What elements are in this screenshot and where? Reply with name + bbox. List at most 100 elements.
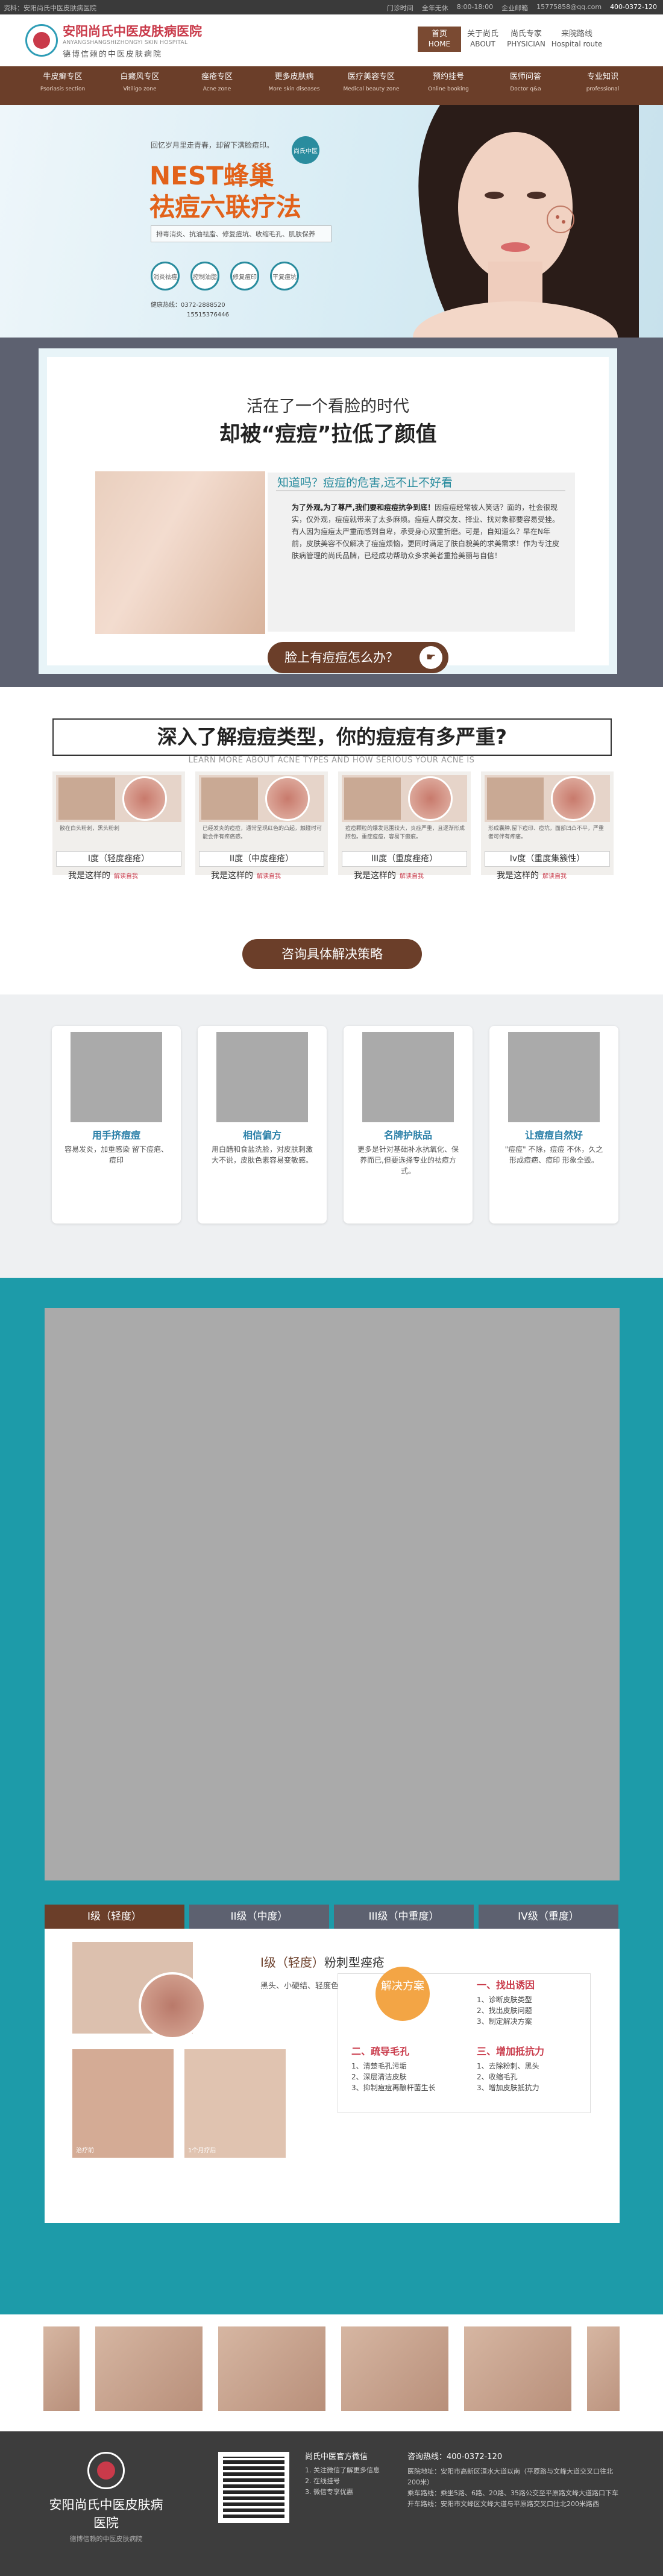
mainnav-acne[interactable]: 痤疮专区 Acne zone: [178, 71, 256, 95]
acne-consult-button[interactable]: 脸上有痘痘怎么办？ ☛: [268, 642, 448, 673]
mainnav-label-en: Doctor q&a: [510, 86, 541, 92]
panel-title: I级（轻度）粉刺型痤疮: [260, 1953, 385, 1970]
after-photo: 1个月疗后: [184, 2049, 286, 2158]
case-photo-strip[interactable]: [43, 2326, 620, 2411]
top-link-hours[interactable]: 门诊时间: [387, 3, 413, 13]
myth-card[interactable]: 让痘痘自然好 "痘痘" 不除，痘痘 不休，久之形成痘疤、痘印 形象全毁。: [489, 1026, 618, 1224]
mainnav-psoriasis[interactable]: 牛皮癣专区 Psoriasis section: [24, 71, 101, 95]
solution-step-3: 三、增加抵抗力 1、去除粉刺、黑头 2、收缩毛孔 3、增加皮肤抵抗力: [477, 2046, 544, 2093]
me-text: 我是这样的: [68, 871, 110, 881]
solution-step-2: 二、疏导毛孔 1、清楚毛孔污垢 2、深层清洁皮肤 3、抑制痘痘再酿杆菌生长: [351, 2046, 436, 2093]
self-check-link[interactable]: 解读自我: [114, 873, 138, 880]
acne-zoom-circle: [122, 776, 167, 821]
after-caption: 1个月疗后: [188, 2147, 216, 2154]
case-photo[interactable]: [95, 2326, 203, 2411]
case-photo[interactable]: [587, 2326, 620, 2411]
top-notice: 资料：安阳尚氏中医皮肤病医院: [4, 4, 96, 12]
acne-level-label: Iv度（重度集簇性）: [485, 851, 610, 867]
acne-level-label: II度（中度痤疮）: [199, 851, 324, 867]
section-myths: 用手挤痘痘 容易发炎，加重感染 留下痘疤、痘印 相信偏方 用白醋和食盐洗脸，对皮…: [0, 994, 663, 1278]
top-link-email[interactable]: 企业邮箱: [501, 3, 528, 13]
topnav-route[interactable]: 来院路线 Hospital route: [548, 27, 606, 52]
myth-card[interactable]: 相信偏方 用白醋和食盐洗脸，对皮肤刺激大不说，皮肤色素容易变敏感。: [198, 1026, 327, 1224]
topnav-label: 首页: [431, 30, 447, 39]
banner-tel: 健康热线：0372-2888520 15515376446: [151, 301, 229, 320]
myth-title: 相信偏方: [242, 1129, 281, 1141]
section-case-gallery: [0, 2314, 663, 2431]
mainnav-label: 预约挂号: [432, 72, 464, 81]
acne-level-label: III度（重度痤疮）: [342, 851, 467, 867]
mainnav-vitiligo[interactable]: 白癜风专区 Vitiligo zone: [101, 71, 178, 95]
topnav-physician[interactable]: 尚氏专家 PHYSICIAN: [504, 27, 548, 52]
topnav-label-en: Hospital route: [551, 40, 603, 48]
topnav-home[interactable]: 首页 HOME: [418, 27, 461, 52]
step-item: 2、收缩毛孔: [477, 2073, 518, 2081]
myth-desc: "痘痘" 不除，痘痘 不休，久之形成痘疤、痘印 形象全毁。: [504, 1145, 603, 1164]
tab-level-2[interactable]: II级（中度）: [189, 1905, 329, 1929]
tab-level-1[interactable]: I级（轻度）: [45, 1905, 184, 1929]
step-item: 3、抑制痘痘再酿杆菌生长: [351, 2084, 436, 2092]
tab-level-3[interactable]: III级（中重度）: [334, 1905, 474, 1929]
wechat-item: 1. 关注微信了解更多信息: [305, 2466, 380, 2474]
mainnav-more[interactable]: 更多皮肤病 More skin diseases: [256, 71, 333, 95]
hero-banner[interactable]: 回忆岁月里走青春，却留下满脸痘印。 尚氏中医 NEST蜂巢 祛痘六联疗法 排毒消…: [0, 105, 663, 338]
acne-types-title: 深入了解痘痘类型，你的痘痘有多严重?: [52, 718, 612, 756]
acne-type-card[interactable]: 形成囊肿,留下痘印、痘坑，面部凹凸不平，严重者可伴有疼痛。 Iv度（重度集簇性）…: [481, 771, 614, 881]
footer-logo[interactable]: 安阳尚氏中医皮肤病医院 德博信赖的中医皮肤病院: [46, 2452, 166, 2543]
mainnav-label: 牛皮癣专区: [43, 72, 83, 81]
step-head: 二、疏导毛孔: [351, 2046, 410, 2057]
acne-zoom-circle: [265, 776, 310, 821]
mainnav-knowledge[interactable]: 专业知识 professional: [564, 71, 641, 95]
mainnav-qa[interactable]: 医师问答 Doctor q&a: [487, 71, 564, 95]
intro-paragraph-lead: 为了外观,为了尊严,我们要和痘痘抗争到底！: [292, 503, 435, 512]
acne-type-image: [56, 775, 181, 822]
self-check-link[interactable]: 解读自我: [257, 873, 281, 880]
top-phone[interactable]: 400-0372-120: [610, 3, 657, 13]
case-photo[interactable]: [218, 2326, 325, 2411]
intro-paragraph: 为了外观,为了尊严,我们要和痘痘抗争到底！因痘痘经常被人笑话？面的，社会很现实，…: [292, 501, 563, 562]
myth-card[interactable]: 名牌护肤品 更多是针对基础补水抗氧化、保养而已,但要选择专业的祛痘方式。: [344, 1026, 473, 1224]
case-photo[interactable]: [341, 2326, 448, 2411]
tab-level-4[interactable]: IV级（重度）: [479, 1905, 618, 1929]
step-item: 1、诊断皮肤类型: [477, 1996, 532, 2004]
button-label: 脸上有痘痘怎么办？: [284, 650, 398, 665]
feature-circle: 修复痘印: [230, 262, 259, 291]
mainnav-label: 更多皮肤病: [274, 72, 314, 81]
footer-address: 医院地址：安阳市高新区洹水大道以南（平原路与文峰大道交叉口往北200米）: [407, 2468, 613, 2486]
consult-strategy-button[interactable]: 咨询具体解决策略: [242, 939, 422, 969]
step-item: 2、找出皮肤问题: [477, 2006, 532, 2015]
acne-type-card[interactable]: 痘痘颗粒的爆发范围较大，炎症严重，且逐渐形成脓包。重症痘痘，容易下瘢痕。 III…: [338, 771, 471, 881]
logo-slogan: 德博信赖的中医皮肤病院: [63, 50, 163, 59]
step-item: 3、制定解决方案: [477, 2017, 532, 2026]
self-check-link[interactable]: 解读自我: [542, 873, 567, 880]
intro-title-2: 却被“痘痘”拉低了颜值: [219, 423, 437, 447]
before-photo: 治疗前: [72, 2049, 174, 2158]
case-photo[interactable]: [43, 2326, 80, 2411]
step-item: 2、深层清洁皮肤: [351, 2073, 407, 2081]
acne-level-label: I度（轻度痤疮）: [56, 851, 181, 867]
wechat-qr-code: [218, 2452, 289, 2523]
solution-box: 解决方案 一、找出诱因 1、诊断皮肤类型 2、找出皮肤问题 3、制定解决方案 二…: [338, 1967, 591, 2113]
acne-type-image: [342, 775, 467, 822]
self-check-link[interactable]: 解读自我: [400, 873, 424, 880]
acne-type-card[interactable]: 已经发炎的痘痘，通常呈现红色的凸起，触碰时可能会伴有疼痛感。 II度（中度痤疮）…: [195, 771, 328, 881]
footer-drive-route: 开车路线：安阳市文峰区文峰大道与平原路交叉口往北200米路西: [407, 2500, 599, 2508]
acne-type-card[interactable]: 散在白头粉刺，黑头粉刺 I度（轻度痤疮） 我是这样的 解读自我: [52, 771, 185, 881]
mainnav-beauty[interactable]: 医疗美容专区 Medical beauty zone: [333, 71, 410, 95]
feature-circle: 消炎祛痘: [151, 262, 180, 291]
me-text: 我是这样的: [497, 871, 539, 881]
site-logo[interactable]: 安阳尚氏中医皮肤病医院 ANYANGSHANGSHIZHONGYI SKIN H…: [25, 22, 202, 59]
top-link-email-addr[interactable]: 15775858@qq.com: [536, 3, 602, 13]
banner-title-line1: NEST蜂巢: [149, 161, 274, 190]
myth-image: [362, 1032, 454, 1122]
mainnav-booking[interactable]: 预约挂号 Online booking: [410, 71, 487, 95]
case-photo[interactable]: [464, 2326, 571, 2411]
mainnav-label-en: More skin diseases: [268, 86, 320, 92]
myth-image: [508, 1032, 600, 1122]
solution-badge: 解决方案: [375, 1967, 430, 2021]
topnav-about[interactable]: 关于尚氏 ABOUT: [461, 27, 504, 52]
logo-name: 安阳尚氏中医皮肤病医院: [63, 24, 202, 39]
banner-title-line2: 祛痘六联疗法: [149, 192, 302, 222]
myth-card[interactable]: 用手挤痘痘 容易发炎，加重感染 留下痘疤、痘印: [52, 1026, 181, 1224]
footer-hotline[interactable]: 咨询热线：400-0372-120: [407, 2452, 624, 2463]
